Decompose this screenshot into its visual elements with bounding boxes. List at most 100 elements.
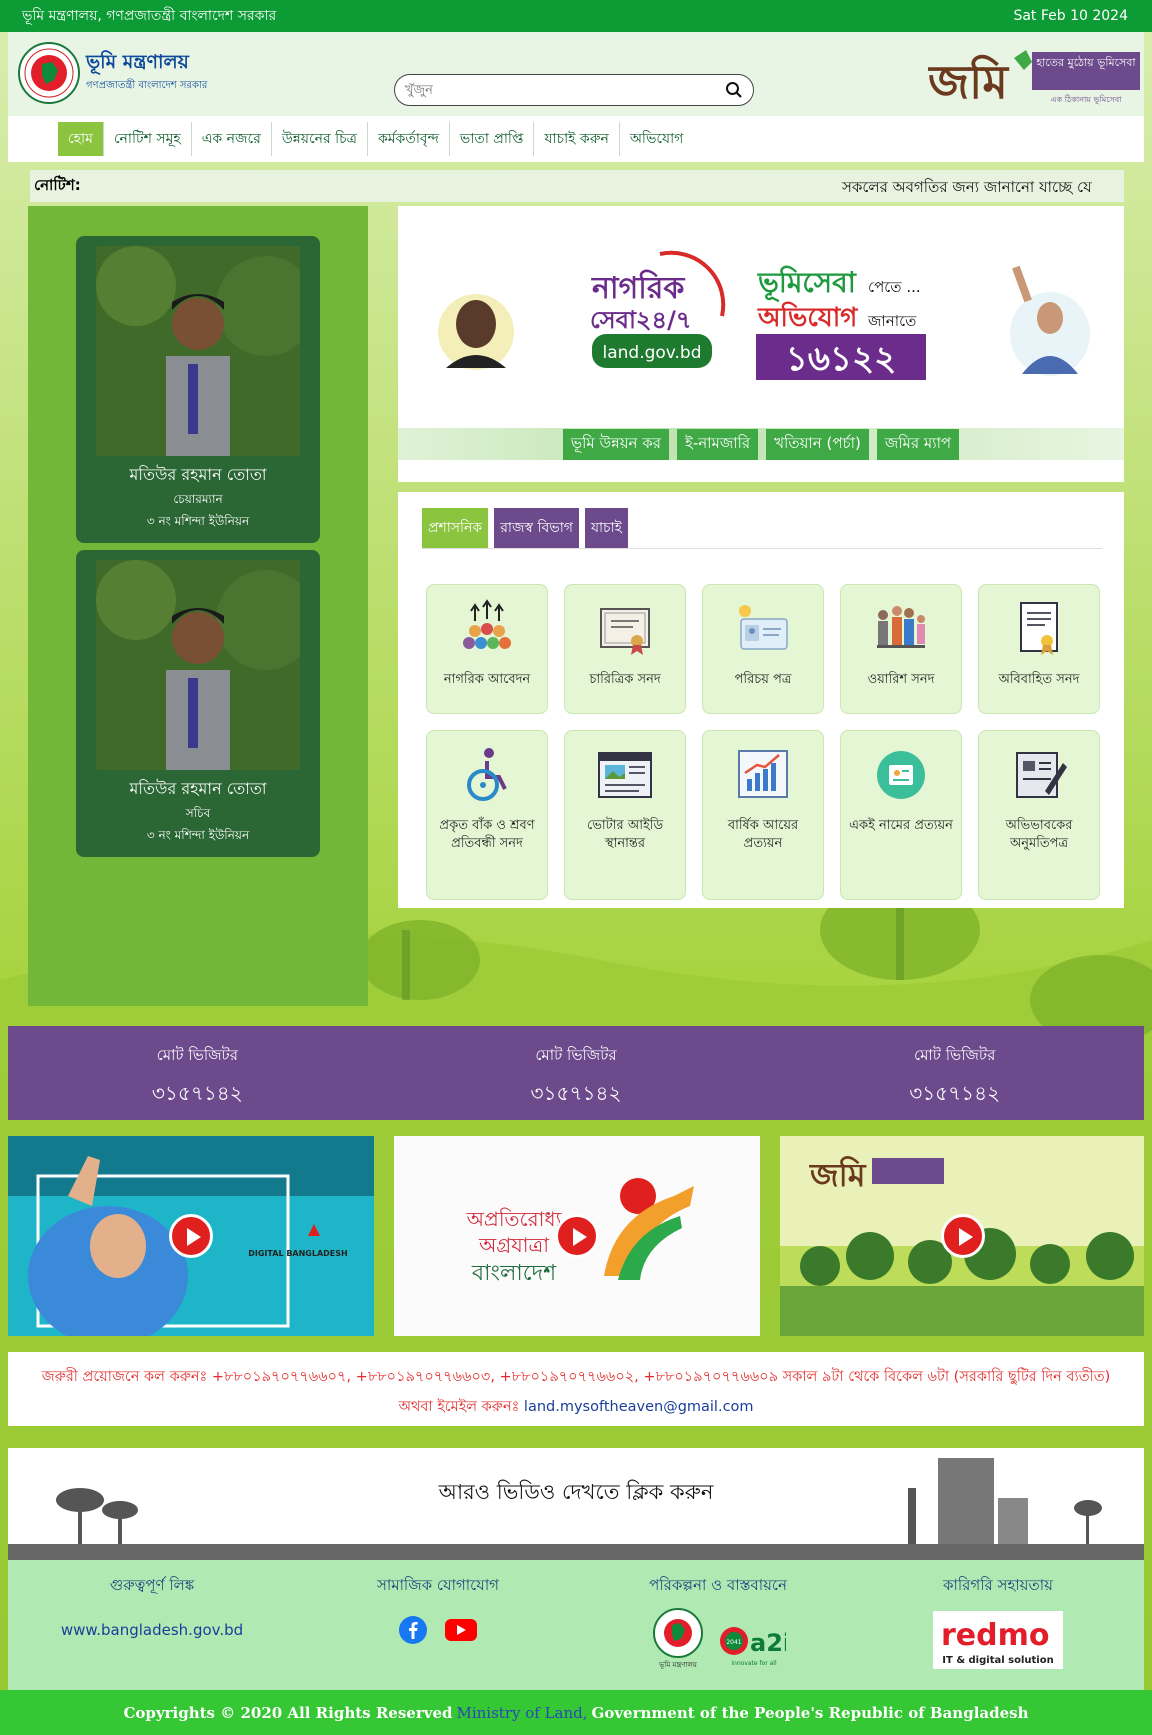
a2i-logo[interactable]: 2041 a2i innovate for all bbox=[716, 1607, 786, 1669]
service-label: একই নামের প্রত্যয়ন bbox=[849, 818, 953, 833]
contact-email-line: অথবা ইমেইল করুনঃ land.mysoftheaven@gmail… bbox=[8, 1396, 1144, 1420]
official-union: ৩ নং মশিন্দা ইউনিয়ন bbox=[146, 828, 250, 842]
banner-obhijog: অভিযোগ bbox=[757, 301, 858, 333]
service-label: অবিবাহিত সনদ bbox=[998, 672, 1080, 687]
notice-text[interactable]: সকলের অবগতির জন্য জানানো যাচ্ছে যে bbox=[842, 176, 1092, 201]
banner-nagorik: নাগরিক bbox=[591, 269, 685, 306]
id-card-icon bbox=[739, 605, 788, 650]
footer-tech-heading: কারিগরি সহায়তায় bbox=[943, 1576, 1053, 1594]
service-card-unmarried-certificate[interactable]: অবিবাহিত সনদ bbox=[978, 584, 1100, 714]
service-label: ভোটার আইডি স্থানান্তর bbox=[586, 818, 664, 852]
visitor-stat: মোট ভিজিটর ৩১৫৭১৪২ bbox=[8, 1026, 387, 1120]
search-input[interactable] bbox=[405, 82, 725, 98]
jomi-logo[interactable]: জমি হাতের মুঠোয় ভূমিসেবা এক ঠিকানায় ভূ… bbox=[928, 48, 1140, 106]
video2-line3: বাংলাদেশ bbox=[471, 1261, 557, 1286]
nav-notices[interactable]: নোটিশ সমূহ bbox=[104, 122, 192, 156]
nav-officials[interactable]: কর্মকর্তাবৃন্দ bbox=[368, 122, 450, 156]
link-e-namjari[interactable]: ই-নামজারি bbox=[677, 428, 759, 460]
video1-brand: DIGITAL BANGLADESH bbox=[248, 1249, 347, 1258]
nav-complaint[interactable]: অভিযোগ bbox=[620, 122, 694, 156]
tab-verify[interactable]: যাচাই bbox=[584, 508, 628, 548]
tab-administrative[interactable]: প্রশাসনিক bbox=[422, 508, 489, 548]
service-card-voter-id-transfer[interactable]: ভোটার আইডি স্থানান্তর bbox=[564, 730, 686, 900]
signed-form-icon bbox=[1016, 752, 1067, 798]
video-thumbnail-digital-bangladesh[interactable]: DIGITAL BANGLADESH bbox=[8, 1136, 374, 1336]
banner-sheba: সেবা২৪/৭ bbox=[590, 306, 691, 334]
link-land-tax[interactable]: ভূমি উন্নয়ন কর bbox=[562, 428, 670, 460]
visitor-count: ৩১৫৭১৪২ bbox=[530, 1081, 622, 1105]
portrait-right bbox=[1010, 265, 1090, 376]
play-button-icon[interactable] bbox=[941, 1214, 985, 1258]
jomi-tagline: হাতের মুঠোয় ভূমিসেবা bbox=[1035, 56, 1136, 69]
search-bar bbox=[394, 74, 754, 106]
more-videos-link[interactable]: আরও ভিডিও দেখতে ক্লিক করুন bbox=[8, 1476, 1144, 1511]
visitor-label: মোট ভিজিটর bbox=[535, 1046, 617, 1064]
ministry-small-logo[interactable]: ভূমি মন্ত্রণালয় bbox=[650, 1607, 706, 1669]
jomi-small-text: এক ঠিকানায় ভূমিসেবা bbox=[1050, 94, 1122, 104]
redmo-logo[interactable]: redmo IT & digital solution bbox=[933, 1611, 1063, 1669]
redmo-subtitle: IT & digital solution bbox=[942, 1655, 1053, 1666]
service-label: চারিত্রিক সনদ bbox=[589, 672, 661, 687]
nav-development[interactable]: উন্নয়নের চিত্র bbox=[272, 122, 368, 156]
svg-text:2041: 2041 bbox=[726, 1639, 741, 1646]
government-seal-logo[interactable] bbox=[18, 42, 80, 104]
official-card[interactable]: মতিউর রহমান তোতা সচিব ৩ নং মশিন্দা ইউনিয… bbox=[76, 550, 320, 857]
footer-links-heading: গুরুত্বপূর্ণ লিঙ্ক bbox=[109, 1576, 195, 1594]
service-card-guardian-permission[interactable]: অভিভাবকের অনুমতিপত্র bbox=[978, 730, 1100, 900]
ministry-name[interactable]: ভূমি মন্ত্রণালয় bbox=[86, 48, 189, 80]
service-label: ওয়ারিশ সনদ bbox=[867, 672, 935, 687]
service-label: নাগরিক আবেদন bbox=[443, 672, 531, 687]
banner-pete: পেতে ... bbox=[868, 278, 921, 296]
visitor-count: ৩১৫৭১৪২ bbox=[151, 1081, 243, 1105]
link-land-map[interactable]: জমির ম্যাপ bbox=[876, 428, 960, 460]
service-card-id-card[interactable]: পরিচয় পত্র bbox=[702, 584, 824, 714]
official-role: চেয়ারম্যান bbox=[173, 492, 223, 506]
video-thumbnail-progress[interactable]: অপ্রতিরোধ্য অগ্রযাত্রা বাংলাদেশ bbox=[394, 1136, 760, 1336]
contact-email-link[interactable]: land.mysoftheaven@gmail.com bbox=[524, 1399, 754, 1415]
service-grid: নাগরিক আবেদন চারিত্রিক সনদ পরিচয় পত্র ও… bbox=[426, 584, 1100, 900]
bar-chart-icon bbox=[738, 750, 788, 798]
nav-at-a-glance[interactable]: এক নজরে bbox=[192, 122, 272, 156]
copyright-bar: Copyrights © 2020 All Rights Reserved Mi… bbox=[0, 1690, 1152, 1735]
facebook-icon[interactable] bbox=[398, 1615, 428, 1645]
video2-line2: অগ্রযাত্রা bbox=[478, 1233, 550, 1257]
contact-phones: জরুরী প্রয়োজনে কল করুনঃ +৮৮০১৯৭০৭৭৬৬০৭,… bbox=[41, 1369, 1111, 1385]
more-videos-strip bbox=[8, 1544, 1144, 1560]
footer-social-heading: সামাজিক যোগাযোগ bbox=[376, 1576, 500, 1594]
nav-allowance[interactable]: ভাতা প্রাপ্তি bbox=[450, 122, 535, 156]
certificate-icon bbox=[600, 608, 650, 655]
visitor-count: ৩১৫৭১৪২ bbox=[909, 1081, 1001, 1105]
banner-bhumi-sheba: ভূমিসেবা bbox=[757, 265, 857, 303]
people-group-icon bbox=[463, 599, 511, 649]
visitor-label: মোট ভিজিটর bbox=[156, 1046, 238, 1064]
notice-ticker: নোটিশ: সকলের অবগতির জন্য জানানো যাচ্ছে য… bbox=[30, 170, 1124, 202]
service-card-disability-certificate[interactable]: প্রকৃত বাঁক ও শ্রবণ প্রতিবন্ধী সনদ bbox=[426, 730, 548, 900]
nav-home[interactable]: হোম bbox=[58, 122, 104, 156]
service-card-annual-income[interactable]: বার্ষিক আয়ের প্রত্যয়ন bbox=[702, 730, 824, 900]
ministry-of-land-link[interactable]: Ministry of Land, bbox=[456, 1704, 587, 1722]
link-khatian[interactable]: খতিয়ান (পর্চা) bbox=[766, 428, 869, 460]
youtube-icon[interactable] bbox=[444, 1615, 478, 1645]
main-navbar: হোম নোটিশ সমূহ এক নজরে উন্নয়নের চিত্র ক… bbox=[8, 116, 1144, 162]
official-card[interactable]: মতিউর রহমান তোতা চেয়ারম্যান ৩ নং মশিন্দ… bbox=[76, 236, 320, 543]
official-photo bbox=[96, 560, 300, 770]
land-service-banner: নাগরিক সেবা২৪/৭ land.gov.bd ভূমিসেবা পেত… bbox=[398, 206, 1124, 482]
service-card-citizen-application[interactable]: নাগরিক আবেদন bbox=[426, 584, 548, 714]
service-card-character-certificate[interactable]: চারিত্রিক সনদ bbox=[564, 584, 686, 714]
video-thumbnail-jomi[interactable]: জমি bbox=[780, 1136, 1146, 1336]
play-button-icon[interactable] bbox=[169, 1214, 213, 1258]
search-icon[interactable] bbox=[725, 81, 743, 99]
nav-verify[interactable]: যাচাই করুন bbox=[534, 122, 620, 156]
service-card-heir-certificate[interactable]: ওয়ারিশ সনদ bbox=[840, 584, 962, 714]
visitor-stat: মোট ভিজিটর ৩১৫৭১৪২ bbox=[765, 1026, 1144, 1120]
service-card-same-name[interactable]: একই নামের প্রত্যয়ন bbox=[840, 730, 962, 900]
top-bar-date: Sat Feb 10 2024 bbox=[1013, 8, 1128, 24]
video2-line1: অপ্রতিরোধ্য bbox=[466, 1207, 563, 1231]
play-button-icon[interactable] bbox=[555, 1214, 599, 1258]
footer-bangladesh-gov-link[interactable]: www.bangladesh.gov.bd bbox=[22, 1621, 282, 1639]
official-union: ৩ নং মশিন্দা ইউনিয়ন bbox=[146, 514, 250, 528]
newspaper-icon bbox=[598, 752, 652, 798]
wheelchair-icon bbox=[467, 748, 507, 801]
banner-graphic[interactable]: নাগরিক সেবা২৪/৭ land.gov.bd ভূমিসেবা পেত… bbox=[398, 206, 1124, 428]
tab-revenue[interactable]: রাজস্ব বিভাগ bbox=[494, 508, 579, 548]
